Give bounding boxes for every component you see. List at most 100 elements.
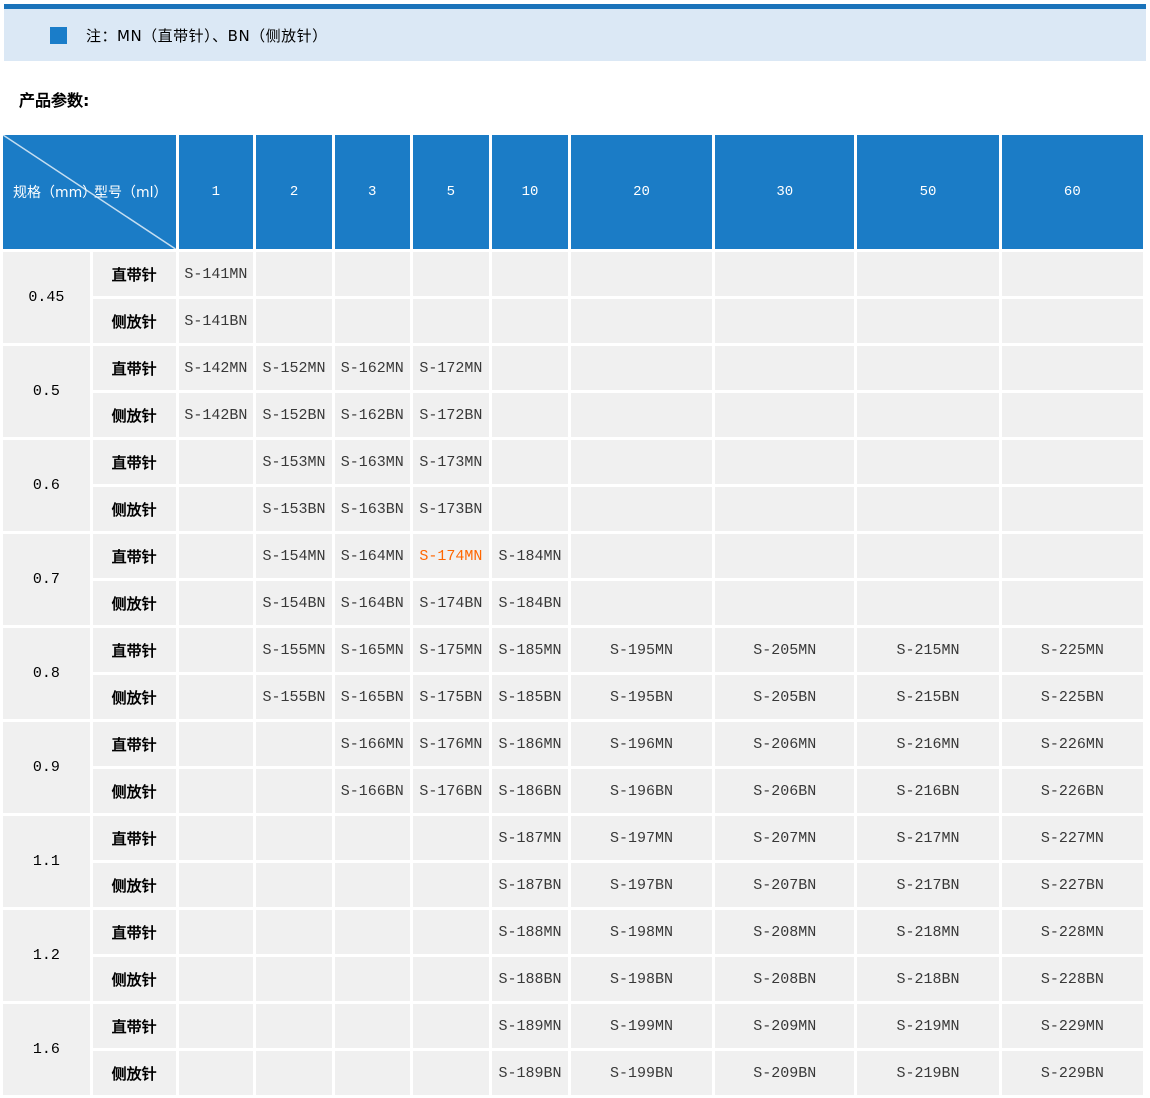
model-code-cell[interactable]: S-196BN: [570, 769, 713, 813]
empty-model-cell: [570, 581, 713, 625]
empty-model-cell: [492, 440, 568, 484]
model-code-cell[interactable]: S-199BN: [570, 1051, 713, 1095]
model-code-cell[interactable]: S-142MN: [178, 346, 254, 390]
model-code-cell[interactable]: S-227MN: [1001, 816, 1143, 860]
model-code-cell[interactable]: S-196MN: [570, 722, 713, 766]
model-code-cell[interactable]: S-216MN: [857, 722, 999, 766]
model-code-cell[interactable]: S-164MN: [334, 534, 410, 578]
model-code-cell[interactable]: S-199MN: [570, 1004, 713, 1048]
needle-type-cell: 侧放针: [92, 487, 176, 531]
model-code-cell[interactable]: S-225BN: [1001, 675, 1143, 719]
model-code-cell[interactable]: S-206BN: [715, 769, 855, 813]
model-code-cell[interactable]: S-187MN: [492, 816, 568, 860]
model-code-cell[interactable]: S-155MN: [256, 628, 332, 672]
model-code-cell[interactable]: S-195MN: [570, 628, 713, 672]
model-code-cell[interactable]: S-185MN: [492, 628, 568, 672]
model-code-cell[interactable]: S-216BN: [857, 769, 999, 813]
model-code-cell[interactable]: S-163MN: [334, 440, 410, 484]
note-text: 注：MN（直带针）、BN（侧放针）: [86, 26, 328, 45]
model-code-cell[interactable]: S-207BN: [715, 863, 855, 907]
model-code-cell[interactable]: S-172BN: [412, 393, 490, 437]
model-code-cell[interactable]: S-166MN: [334, 722, 410, 766]
model-code-cell[interactable]: S-187BN: [492, 863, 568, 907]
model-code-cell[interactable]: S-189BN: [492, 1051, 568, 1095]
model-code-cell[interactable]: S-184MN: [492, 534, 568, 578]
model-code-cell[interactable]: S-188MN: [492, 910, 568, 954]
needle-type-cell: 直带针: [92, 534, 176, 578]
model-code-cell[interactable]: S-165MN: [334, 628, 410, 672]
empty-model-cell: [178, 910, 254, 954]
model-code-cell[interactable]: S-218BN: [857, 957, 999, 1001]
model-code-cell[interactable]: S-188BN: [492, 957, 568, 1001]
model-code-cell[interactable]: S-163BN: [334, 487, 410, 531]
model-code-cell[interactable]: S-155BN: [256, 675, 332, 719]
model-code-cell[interactable]: S-198MN: [570, 910, 713, 954]
model-code-cell[interactable]: S-217MN: [857, 816, 999, 860]
model-code-cell[interactable]: S-153MN: [256, 440, 332, 484]
model-code-cell[interactable]: S-185BN: [492, 675, 568, 719]
model-code-cell[interactable]: S-215MN: [857, 628, 999, 672]
model-code-cell[interactable]: S-189MN: [492, 1004, 568, 1048]
model-code-cell[interactable]: S-173MN: [412, 440, 490, 484]
model-code-cell[interactable]: S-208BN: [715, 957, 855, 1001]
model-code-cell[interactable]: S-174MN: [412, 534, 490, 578]
empty-model-cell: [715, 299, 855, 343]
model-code-cell[interactable]: S-209BN: [715, 1051, 855, 1095]
model-code-cell[interactable]: S-218MN: [857, 910, 999, 954]
model-code-cell[interactable]: S-217BN: [857, 863, 999, 907]
empty-model-cell: [178, 487, 254, 531]
model-code-cell[interactable]: S-197BN: [570, 863, 713, 907]
model-code-cell[interactable]: S-226MN: [1001, 722, 1143, 766]
model-code-cell[interactable]: S-195BN: [570, 675, 713, 719]
model-code-cell[interactable]: S-174BN: [412, 581, 490, 625]
model-code-cell[interactable]: S-162BN: [334, 393, 410, 437]
model-code-cell[interactable]: S-225MN: [1001, 628, 1143, 672]
model-code-cell[interactable]: S-141BN: [178, 299, 254, 343]
model-code-cell[interactable]: S-165BN: [334, 675, 410, 719]
model-code-cell[interactable]: S-142BN: [178, 393, 254, 437]
model-code-cell[interactable]: S-198BN: [570, 957, 713, 1001]
model-code-cell[interactable]: S-228BN: [1001, 957, 1143, 1001]
model-code-cell[interactable]: S-209MN: [715, 1004, 855, 1048]
empty-model-cell: [857, 252, 999, 296]
model-code-cell[interactable]: S-197MN: [570, 816, 713, 860]
model-code-cell[interactable]: S-152MN: [256, 346, 332, 390]
empty-model-cell: [412, 252, 490, 296]
model-code-cell[interactable]: S-186MN: [492, 722, 568, 766]
model-code-cell[interactable]: S-162MN: [334, 346, 410, 390]
model-code-cell[interactable]: S-219MN: [857, 1004, 999, 1048]
model-code-cell[interactable]: S-173BN: [412, 487, 490, 531]
empty-model-cell: [178, 628, 254, 672]
empty-model-cell: [570, 299, 713, 343]
model-code-cell[interactable]: S-164BN: [334, 581, 410, 625]
spec-cell: 0.6: [3, 440, 90, 531]
model-code-cell[interactable]: S-152BN: [256, 393, 332, 437]
model-code-cell[interactable]: S-227BN: [1001, 863, 1143, 907]
empty-model-cell: [570, 346, 713, 390]
model-code-cell[interactable]: S-215BN: [857, 675, 999, 719]
model-code-cell[interactable]: S-141MN: [178, 252, 254, 296]
model-code-cell[interactable]: S-229MN: [1001, 1004, 1143, 1048]
model-code-cell[interactable]: S-166BN: [334, 769, 410, 813]
model-code-cell[interactable]: S-208MN: [715, 910, 855, 954]
model-code-cell[interactable]: S-154MN: [256, 534, 332, 578]
model-code-cell[interactable]: S-229BN: [1001, 1051, 1143, 1095]
table-row: 侧放针 S-141BN: [3, 299, 1143, 343]
model-code-cell[interactable]: S-184BN: [492, 581, 568, 625]
model-code-cell[interactable]: S-172MN: [412, 346, 490, 390]
model-code-cell[interactable]: S-219BN: [857, 1051, 999, 1095]
empty-model-cell: [715, 534, 855, 578]
model-code-cell[interactable]: S-226BN: [1001, 769, 1143, 813]
model-code-cell[interactable]: S-154BN: [256, 581, 332, 625]
model-code-cell[interactable]: S-207MN: [715, 816, 855, 860]
model-code-cell[interactable]: S-205BN: [715, 675, 855, 719]
model-code-cell[interactable]: S-228MN: [1001, 910, 1143, 954]
model-code-cell[interactable]: S-175BN: [412, 675, 490, 719]
model-code-cell[interactable]: S-176BN: [412, 769, 490, 813]
model-code-cell[interactable]: S-186BN: [492, 769, 568, 813]
model-code-cell[interactable]: S-175MN: [412, 628, 490, 672]
model-code-cell[interactable]: S-205MN: [715, 628, 855, 672]
model-code-cell[interactable]: S-176MN: [412, 722, 490, 766]
model-code-cell[interactable]: S-206MN: [715, 722, 855, 766]
model-code-cell[interactable]: S-153BN: [256, 487, 332, 531]
